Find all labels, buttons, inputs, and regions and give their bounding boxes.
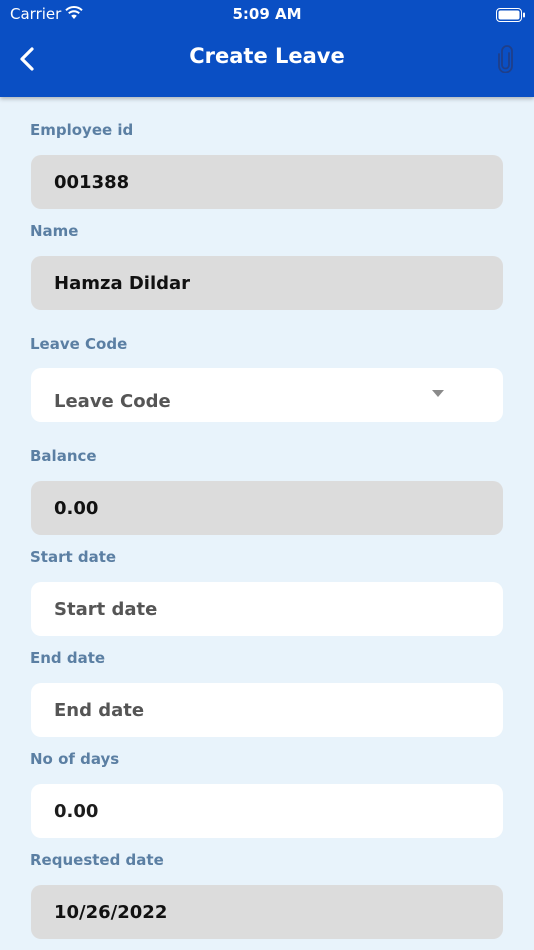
leave-code-dropdown[interactable]: Leave Code	[31, 368, 503, 422]
start-date-input[interactable]: Start date	[31, 582, 503, 636]
leave-code-placeholder: Leave Code	[54, 391, 171, 412]
start-date-placeholder: Start date	[54, 598, 158, 620]
no-of-days-label: No of days	[30, 750, 120, 768]
dropdown-arrow-icon	[432, 390, 444, 397]
status-time: 5:09 AM	[232, 5, 302, 23]
name-label: Name	[30, 222, 79, 240]
balance-label: Balance	[30, 447, 97, 465]
page-title: Create Leave	[189, 44, 345, 68]
start-date-label: Start date	[30, 548, 117, 566]
end-date-placeholder: End date	[54, 699, 145, 721]
leave-code-label: Leave Code	[30, 335, 128, 353]
name-value: Hamza Dildar	[54, 272, 191, 294]
attach-button[interactable]	[496, 45, 516, 77]
balance-field: 0.00	[31, 481, 503, 535]
requested-date-label: Requested date	[30, 851, 164, 869]
no-of-days-field[interactable]: 0.00	[31, 784, 503, 838]
name-field: Hamza Dildar	[31, 256, 503, 310]
requested-date-field: 10/26/2022	[31, 885, 503, 939]
status-bar: Carrier 5:09 AM	[0, 0, 534, 30]
battery-icon	[496, 7, 526, 26]
end-date-label: End date	[30, 649, 106, 667]
app-header: Carrier 5:09 AM Create Leave	[0, 0, 534, 97]
employee-id-value: 001388	[54, 171, 130, 193]
employee-id-field: 001388	[31, 155, 503, 209]
paperclip-icon	[498, 45, 513, 74]
requested-date-value: 10/26/2022	[54, 901, 168, 923]
end-date-input[interactable]: End date	[31, 683, 503, 737]
balance-value: 0.00	[54, 497, 99, 519]
no-of-days-value: 0.00	[54, 800, 99, 822]
employee-id-label: Employee id	[30, 121, 134, 139]
